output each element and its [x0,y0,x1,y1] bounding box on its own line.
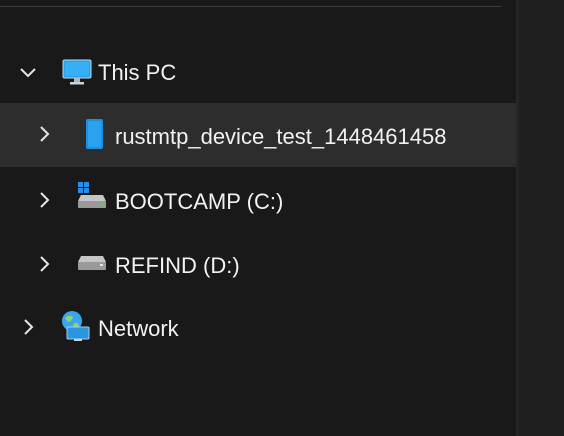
tree-item-device[interactable]: rustmtp_device_test_1448461458 [0,103,516,167]
tree-item-bootcamp[interactable]: BOOTCAMP (C:) [0,167,516,231]
portable-device-icon [80,119,110,149]
details-pane-edge [516,0,564,436]
tree-item-label: rustmtp_device_test_1448461458 [115,124,447,149]
tree-item-network[interactable]: Network [0,296,516,360]
tree-item-refind[interactable]: REFIND (D:) [0,231,516,295]
navigation-pane: This PC rustmtp_device_test_1448461458 B… [0,0,516,436]
chevron-right-icon[interactable] [35,125,53,143]
tree-item-label: Network [98,316,179,341]
tree-item-label: BOOTCAMP (C:) [115,189,284,214]
chevron-down-icon[interactable] [19,63,37,81]
drive-icon [77,250,107,280]
chevron-right-icon[interactable] [19,318,37,336]
chevron-right-icon[interactable] [35,191,53,209]
tree-item-label: This PC [98,60,177,85]
chevron-right-icon[interactable] [35,255,53,273]
windows-drive-icon [77,181,107,211]
pane-splitter[interactable] [516,0,519,436]
tree-item-this-pc[interactable]: This PC [0,40,516,104]
network-icon [60,310,90,341]
tree-item-label: REFIND (D:) [115,253,240,278]
divider [0,6,502,7]
monitor-icon [62,57,92,87]
